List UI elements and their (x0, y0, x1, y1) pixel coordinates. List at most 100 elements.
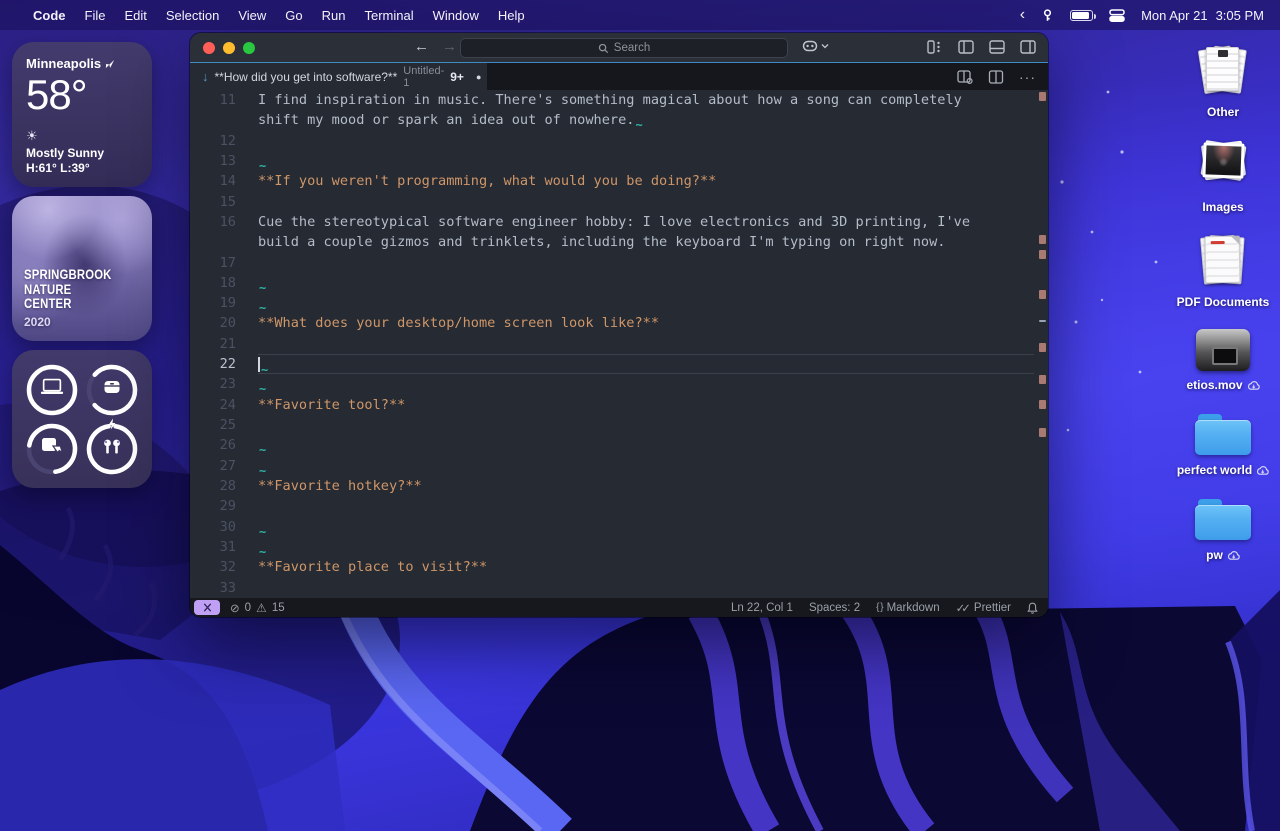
desktop-item-label: Other (1207, 105, 1239, 119)
split-editor-icon[interactable] (988, 70, 1004, 84)
menu-item-run[interactable]: Run (322, 8, 346, 23)
editor-line-27: 27~ (190, 456, 1034, 476)
editor-area[interactable]: 11I find inspiration in music. There's s… (190, 90, 1048, 598)
copilot-menu[interactable] (802, 39, 829, 53)
desktop-item-pdf-documents[interactable]: PDF Documents (1177, 234, 1270, 309)
line-content[interactable]: shift my mood or spark an idea out of no… (258, 110, 1034, 130)
desktop-item-pw[interactable]: pw (1195, 497, 1251, 562)
menu-item-edit[interactable]: Edit (124, 8, 146, 23)
line-content[interactable] (258, 578, 1034, 598)
line-content[interactable]: ~ (258, 293, 1034, 313)
problems-status[interactable]: ⊘ 0 ⚠ 15 (230, 601, 285, 615)
photos-widget[interactable]: SPRINGBROOK NATURE CENTER 2020 (12, 196, 152, 341)
battery-ring-airpods-case[interactable] (84, 362, 140, 418)
key-icon[interactable] (1041, 9, 1054, 22)
line-content[interactable]: Cue the stereotypical software engineer … (258, 212, 1034, 232)
toggle-secondary-sidebar-icon[interactable] (1020, 40, 1036, 54)
line-content[interactable]: **What does your desktop/home screen loo… (258, 313, 1034, 333)
weather-temp: 58° (26, 71, 138, 119)
stage-manager-icon[interactable] (1109, 9, 1125, 22)
desktop-item-label: PDF Documents (1177, 295, 1270, 309)
minimize-button[interactable] (223, 42, 235, 54)
menu-item-terminal[interactable]: Terminal (365, 8, 414, 23)
editor-line-30: 30~ (190, 517, 1034, 537)
menu-item-selection[interactable]: Selection (166, 8, 219, 23)
menu-item-view[interactable]: View (238, 8, 266, 23)
window-controls (203, 42, 255, 54)
line-content[interactable]: ~ (258, 273, 1034, 293)
menu-item-code[interactable]: Code (33, 8, 66, 23)
desktop-item-etios-mov[interactable]: etios.mov (1186, 329, 1259, 392)
line-content[interactable]: I find inspiration in music. There's som… (258, 90, 1034, 110)
vscode-window: ← → Search (190, 33, 1048, 617)
line-content[interactable] (258, 415, 1034, 435)
error-count: 0 (245, 602, 251, 614)
menu-item-help[interactable]: Help (498, 8, 525, 23)
indentation[interactable]: Spaces: 2 (809, 602, 860, 614)
line-content[interactable] (258, 192, 1034, 212)
customize-layout-icon[interactable] (927, 40, 943, 54)
ruler-warning-marker (1039, 290, 1046, 299)
line-content[interactable]: **Favorite place to visit?** (258, 557, 1034, 577)
desktop-item-other[interactable]: Other (1194, 44, 1252, 119)
battery-ring-airpods[interactable] (84, 421, 140, 477)
unsaved-dot-icon[interactable]: ● (476, 72, 481, 82)
remote-indicator[interactable] (194, 600, 220, 615)
toggle-panel-icon[interactable] (989, 40, 1005, 54)
line-content[interactable]: ~ (258, 374, 1034, 394)
photo-stack-icon (1194, 139, 1252, 193)
editor-line-wrap: build a couple gizmos and trinklets, inc… (190, 232, 1034, 252)
search-placeholder: Search (614, 42, 650, 54)
line-content[interactable]: **Favorite tool?** (258, 395, 1034, 415)
batteries-widget[interactable] (12, 350, 152, 488)
line-content[interactable] (258, 253, 1034, 273)
split-editor-grid-icon[interactable] (957, 70, 973, 84)
cursor-position[interactable]: Ln 22, Col 1 (731, 602, 793, 614)
zoom-button[interactable] (243, 42, 255, 54)
charging-bolt-icon (108, 417, 117, 435)
weather-widget[interactable]: Minneapolis 58° ☀ Mostly Sunny H:61° L:3… (12, 42, 152, 187)
line-content[interactable] (258, 334, 1034, 354)
line-content[interactable]: ~ (258, 151, 1034, 171)
line-content[interactable]: **If you weren't programming, what would… (258, 171, 1034, 191)
menu-item-file[interactable]: File (85, 8, 106, 23)
editor-line-17: 17 (190, 253, 1034, 273)
nav-forward-icon[interactable]: → (442, 38, 457, 55)
line-content[interactable]: ~ (258, 456, 1034, 476)
battery-icon[interactable] (1070, 10, 1093, 21)
battery-ring-macbook[interactable] (24, 362, 80, 418)
command-center-search[interactable]: Search (460, 38, 788, 58)
toggle-primary-sidebar-icon[interactable] (958, 40, 974, 54)
line-content[interactable]: ~ (258, 537, 1034, 557)
tab-untitled-1[interactable]: ↓ **How did you get into software?** Unt… (190, 63, 487, 90)
overview-ruler[interactable] (1038, 90, 1046, 598)
chevron-left-icon[interactable]: ‹ (1020, 7, 1025, 23)
ruler-warning-marker (1039, 400, 1046, 409)
line-content[interactable]: **Favorite hotkey?** (258, 476, 1034, 496)
menu-item-window[interactable]: Window (433, 8, 479, 23)
line-number: 15 (190, 192, 236, 212)
line-content[interactable] (258, 496, 1034, 516)
language-mode[interactable]: { } Markdown (876, 602, 940, 614)
line-content[interactable] (258, 131, 1034, 151)
line-content[interactable]: build a couple gizmos and trinklets, inc… (258, 232, 1034, 252)
icloud-download-icon (1247, 380, 1260, 391)
close-button[interactable] (203, 42, 215, 54)
menu-item-go[interactable]: Go (285, 8, 302, 23)
formatter-status[interactable]: ✓✓ Prettier (956, 601, 1011, 615)
menu-bar-clock[interactable]: Mon Apr 21 3:05 PM (1141, 8, 1264, 23)
more-actions-icon[interactable]: ··· (1019, 69, 1036, 85)
sun-icon: ☀ (26, 128, 138, 144)
line-number: 18 (190, 273, 236, 293)
notifications-bell-icon[interactable] (1027, 602, 1038, 614)
desktop-item-images[interactable]: Images (1194, 139, 1252, 214)
battery-ring-trackpad[interactable] (24, 421, 80, 477)
nav-back-icon[interactable]: ← (414, 38, 429, 55)
warning-count: 15 (272, 602, 285, 614)
line-content[interactable]: ~ (258, 517, 1034, 537)
desktop-item-perfect-world[interactable]: perfect world (1177, 412, 1269, 477)
line-content[interactable]: ~ (258, 354, 1034, 374)
weather-city: Minneapolis (26, 56, 101, 71)
line-content[interactable]: ~ (258, 435, 1034, 455)
editor-line-28: 28**Favorite hotkey?** (190, 476, 1034, 496)
